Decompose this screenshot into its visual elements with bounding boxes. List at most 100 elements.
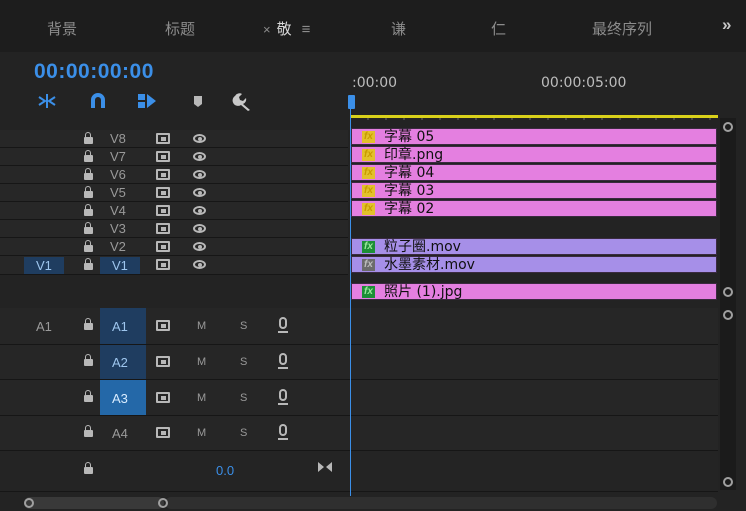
tab-ren[interactable]: 仁: [491, 18, 506, 39]
lock-icon[interactable]: [84, 462, 93, 475]
track-header-a2[interactable]: A2 M S: [0, 345, 718, 380]
close-icon[interactable]: ×: [263, 22, 271, 37]
hscroll-handle-right[interactable]: [158, 498, 168, 508]
mute-button[interactable]: M: [197, 392, 206, 404]
vscroll-handle-top[interactable]: [723, 122, 733, 132]
fx-badge-icon: fx: [362, 259, 375, 271]
clip-title-03[interactable]: fx 字幕 03: [351, 182, 717, 199]
eye-icon[interactable]: [193, 134, 206, 143]
clip-ink-material-mov[interactable]: fx 水墨素材.mov: [351, 256, 717, 273]
track-header-v8[interactable]: V8: [0, 130, 348, 148]
lock-icon[interactable]: [84, 354, 93, 367]
ruler-label-5s: 00:00:05:00: [541, 75, 627, 91]
clip-title-04[interactable]: fx 字幕 04: [351, 164, 717, 181]
eye-icon[interactable]: [193, 170, 206, 179]
vscroll-handle-audio[interactable]: [723, 310, 733, 320]
vscroll-handle-bottom[interactable]: [723, 477, 733, 487]
tab-jing[interactable]: × 敬 ≡: [263, 18, 310, 39]
linked-selection-icon[interactable]: [135, 91, 159, 111]
playhead-timecode[interactable]: 00:00:00:00: [34, 60, 154, 84]
tab-final-sequence[interactable]: 最终序列: [592, 18, 652, 39]
track-header-v1[interactable]: V1 V1: [0, 256, 348, 275]
wrench-settings-icon[interactable]: [231, 91, 255, 111]
sync-lock-icon[interactable]: [156, 427, 170, 438]
solo-button[interactable]: S: [240, 320, 247, 332]
playhead-line[interactable]: [350, 108, 351, 496]
tab-title[interactable]: 标题: [165, 18, 195, 39]
sync-lock-icon[interactable]: [156, 205, 170, 216]
eye-icon[interactable]: [193, 152, 206, 161]
track-header-v7[interactable]: V7: [0, 148, 348, 166]
sync-lock-icon[interactable]: [156, 259, 170, 270]
lock-icon[interactable]: [84, 132, 93, 145]
horizontal-zoom-scrollbar[interactable]: [24, 497, 164, 509]
add-marker-icon[interactable]: [186, 91, 210, 111]
sync-lock-icon[interactable]: [156, 356, 170, 367]
work-area-bar[interactable]: [350, 115, 718, 118]
lock-icon[interactable]: [84, 390, 93, 403]
sync-lock-icon[interactable]: [156, 223, 170, 234]
voiceover-mic-icon[interactable]: [278, 353, 288, 369]
lock-icon[interactable]: [84, 222, 93, 235]
clip-photo-1-jpg[interactable]: fx 照片 (1).jpg: [351, 283, 717, 300]
voiceover-mic-icon[interactable]: [278, 389, 288, 405]
mute-button[interactable]: M: [197, 320, 206, 332]
sync-lock-icon[interactable]: [156, 133, 170, 144]
mute-button[interactable]: M: [197, 427, 206, 439]
track-header-a3[interactable]: A3 M S: [0, 380, 718, 416]
sync-lock-icon[interactable]: [156, 320, 170, 331]
go-to-end-icon[interactable]: [318, 461, 332, 473]
eye-icon[interactable]: [193, 242, 206, 251]
playhead-handle[interactable]: [348, 95, 355, 109]
vertical-scrollbar[interactable]: [720, 118, 736, 490]
vscroll-handle-mid[interactable]: [723, 287, 733, 297]
lock-icon[interactable]: [84, 258, 93, 271]
track-header-v4[interactable]: V4: [0, 202, 348, 220]
sync-lock-icon[interactable]: [156, 392, 170, 403]
more-tabs-icon[interactable]: »: [722, 15, 731, 35]
horizontal-scroll-track[interactable]: [165, 497, 717, 509]
tab-background[interactable]: 背景: [47, 18, 77, 39]
master-volume-value[interactable]: 0.0: [216, 463, 234, 478]
track-header-a4[interactable]: A4 M S: [0, 416, 718, 451]
lock-icon[interactable]: [84, 318, 93, 331]
eye-icon[interactable]: [193, 260, 206, 269]
eye-icon[interactable]: [193, 224, 206, 233]
eye-icon[interactable]: [193, 206, 206, 215]
voiceover-mic-icon[interactable]: [278, 424, 288, 440]
track-header-v2[interactable]: V2: [0, 238, 348, 256]
track-header-a1[interactable]: A1 A1 M S: [0, 308, 718, 345]
track-name: V8: [110, 131, 126, 146]
solo-button[interactable]: S: [240, 427, 247, 439]
clip-title-05[interactable]: fx 字幕 05: [351, 128, 717, 145]
tab-qian[interactable]: 谦: [391, 18, 406, 39]
hscroll-handle-left[interactable]: [24, 498, 34, 508]
lock-icon[interactable]: [84, 168, 93, 181]
lock-icon[interactable]: [84, 186, 93, 199]
solo-button[interactable]: S: [240, 392, 247, 404]
sync-lock-icon[interactable]: [156, 151, 170, 162]
sync-lock-icon[interactable]: [156, 169, 170, 180]
snap-magnet-icon[interactable]: [86, 91, 110, 111]
lock-icon[interactable]: [84, 204, 93, 217]
lock-icon[interactable]: [84, 240, 93, 253]
lock-icon[interactable]: [84, 425, 93, 438]
nest-sequence-icon[interactable]: [35, 91, 59, 111]
fx-badge-icon: fx: [362, 131, 375, 143]
mute-button[interactable]: M: [197, 356, 206, 368]
sync-lock-icon[interactable]: [156, 241, 170, 252]
lock-icon[interactable]: [84, 150, 93, 163]
clip-particle-ring-mov[interactable]: fx 粒子圈.mov: [351, 238, 717, 255]
voiceover-mic-icon[interactable]: [278, 317, 288, 333]
clip-title-02[interactable]: fx 字幕 02: [351, 200, 717, 217]
sync-lock-icon[interactable]: [156, 187, 170, 198]
track-header-v6[interactable]: V6: [0, 166, 348, 184]
track-header-v3[interactable]: V3: [0, 220, 348, 238]
panel-menu-icon[interactable]: ≡: [302, 21, 311, 38]
track-header-v5[interactable]: V5: [0, 184, 348, 202]
track-name: A3: [112, 391, 128, 406]
clip-seal-png[interactable]: fx 印章.png: [351, 146, 717, 163]
eye-icon[interactable]: [193, 188, 206, 197]
track-header-master[interactable]: 0.0: [0, 451, 718, 492]
solo-button[interactable]: S: [240, 356, 247, 368]
